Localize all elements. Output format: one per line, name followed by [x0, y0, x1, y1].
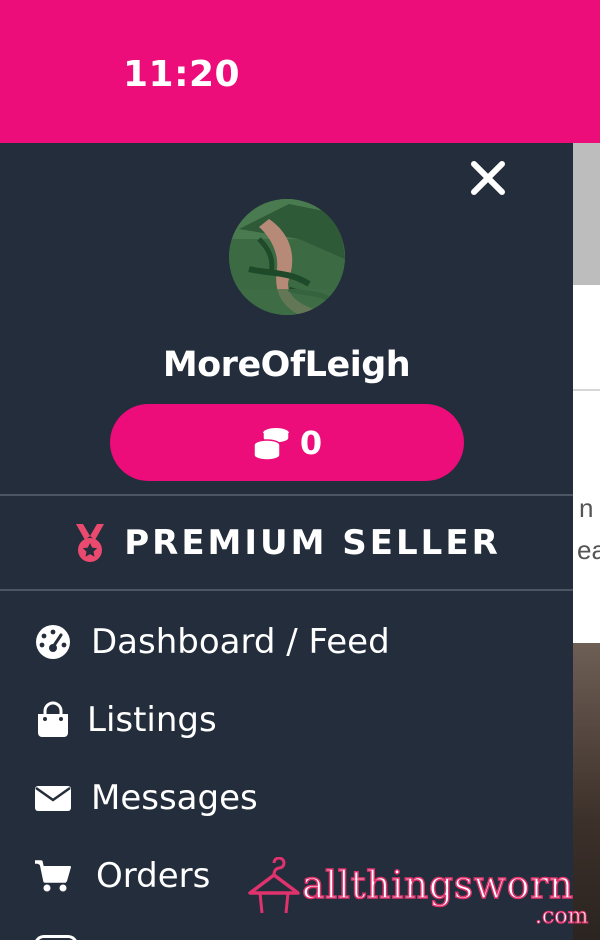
coins-icon [253, 427, 290, 461]
coin-count: 0 [299, 423, 323, 462]
close-icon [471, 161, 505, 195]
avatar-image [229, 199, 345, 315]
side-drawer: MoreOfLeigh 0 PREMIUM SELLER Dashboard /… [0, 143, 573, 940]
menu-item-messages[interactable]: Messages [0, 759, 573, 837]
shopping-cart-icon [34, 857, 72, 895]
menu-item-listings[interactable]: Listings [0, 681, 573, 759]
menu-item-label: Messages [91, 778, 258, 818]
medal-icon [76, 523, 105, 562]
status-time: 11:20 [123, 54, 241, 95]
background-banner [573, 143, 600, 285]
background-divider [573, 389, 600, 391]
close-button[interactable] [466, 156, 510, 200]
background-text: ea [577, 535, 600, 565]
background-page[interactable]: n ea [573, 143, 600, 940]
divider [0, 589, 573, 591]
tachometer-icon [34, 623, 72, 661]
premium-seller-badge: PREMIUM SELLER [0, 496, 573, 589]
menu-item-label: Dashboard / Feed [91, 622, 390, 662]
avatar[interactable] [229, 199, 345, 315]
background-text: n [579, 493, 594, 523]
watermark: allthingsworn .com [246, 855, 596, 935]
status-bar: 11:20 [0, 0, 600, 143]
menu-item-label: Orders [96, 856, 211, 896]
premium-seller-label: PREMIUM SELLER [124, 522, 501, 563]
envelope-icon [34, 779, 72, 817]
menu-item-label: Listings [87, 700, 217, 740]
menu-item-partial-icon[interactable] [34, 935, 78, 940]
menu-item-dashboard[interactable]: Dashboard / Feed [0, 603, 573, 681]
coin-balance-button[interactable]: 0 [110, 404, 464, 481]
hanger-logo-icon [248, 857, 300, 914]
username: MoreOfLeigh [162, 345, 411, 385]
watermark-domain: .com [534, 904, 589, 930]
shopping-bag-icon [34, 701, 72, 739]
watermark-brand: allthingsworn [301, 862, 574, 908]
